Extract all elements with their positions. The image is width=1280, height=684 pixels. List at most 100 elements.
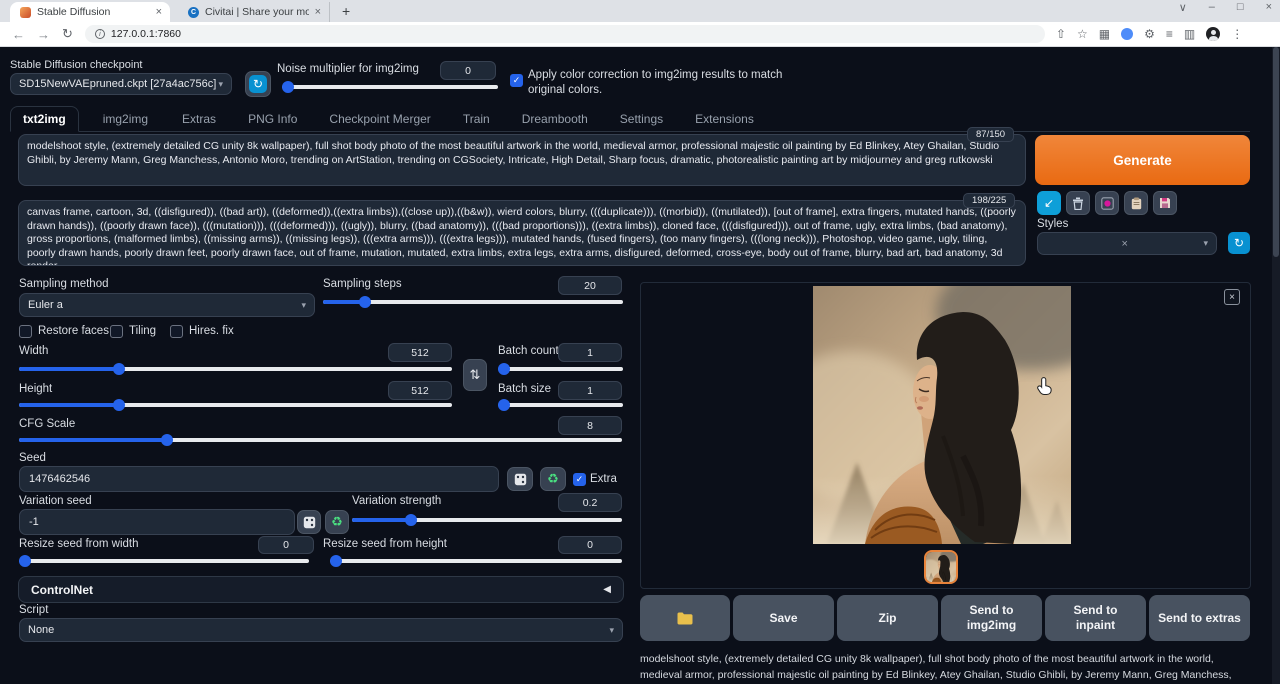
new-tab-button[interactable]: + xyxy=(342,3,350,19)
extension-blue-icon[interactable] xyxy=(1121,28,1133,40)
apply-style-button[interactable] xyxy=(1124,191,1148,215)
checkpoint-select[interactable]: SD15NewVAEpruned.ckpt [27a4ac756c] ▾ xyxy=(10,73,232,95)
forward-icon[interactable]: → xyxy=(37,27,50,42)
variation-strength-value[interactable]: 0.2 xyxy=(558,493,622,512)
resize-seed-width-value[interactable]: 0 xyxy=(258,536,314,554)
tab-img2img[interactable]: img2img xyxy=(91,107,160,131)
extensions-puzzle-icon[interactable]: ⚙ xyxy=(1144,27,1155,41)
noise-multiplier-value[interactable]: 0 xyxy=(440,61,496,80)
tab-close-icon[interactable]: × xyxy=(156,6,162,18)
resize-seed-width-slider[interactable] xyxy=(19,555,309,567)
close-icon: × xyxy=(1229,292,1235,303)
tiling-checkbox[interactable] xyxy=(110,325,123,338)
variation-seed-input[interactable]: -1 xyxy=(19,509,295,535)
sampling-steps-value[interactable]: 20 xyxy=(558,276,622,295)
variation-strength-slider[interactable] xyxy=(352,514,622,526)
window-maximize-icon[interactable]: □ xyxy=(1237,1,1244,14)
noise-multiplier-slider[interactable] xyxy=(282,81,498,93)
tab-extensions[interactable]: Extensions xyxy=(683,107,766,131)
negative-prompt-input[interactable]: canvas frame, cartoon, 3d, ((disfigured)… xyxy=(18,200,1026,266)
extension-grid-icon[interactable]: ▦ xyxy=(1099,27,1110,41)
extra-seed-checkbox[interactable]: ✓ xyxy=(573,473,586,486)
browser-tab-stable-diffusion[interactable]: Stable Diffusion × xyxy=(10,2,170,22)
sampling-method-select[interactable]: Euler a ▾ xyxy=(19,293,315,317)
restore-faces-checkbox[interactable] xyxy=(19,325,32,338)
zip-button[interactable]: Zip xyxy=(837,595,938,641)
batch-count-slider[interactable] xyxy=(498,363,623,375)
page-scrollbar[interactable] xyxy=(1272,47,1280,684)
script-label: Script xyxy=(19,604,48,616)
prompt-input[interactable]: modelshoot style, (extremely detailed CG… xyxy=(18,134,1026,186)
generate-button[interactable]: Generate xyxy=(1035,135,1250,185)
back-icon[interactable]: ← xyxy=(12,27,25,42)
refresh-icon: ↻ xyxy=(249,75,267,93)
tab-txt2img[interactable]: txt2img xyxy=(10,106,79,132)
bookmark-star-icon[interactable]: ☆ xyxy=(1077,27,1088,41)
random-seed-button[interactable] xyxy=(507,467,533,491)
send-to-extras-button[interactable]: Send to extras xyxy=(1149,595,1250,641)
paste-generation-params-button[interactable]: ↙ xyxy=(1037,191,1061,215)
tab-train[interactable]: Train xyxy=(451,107,502,131)
batch-size-slider[interactable] xyxy=(498,399,623,411)
script-select[interactable]: None ▾ xyxy=(19,618,623,642)
height-slider[interactable] xyxy=(19,399,452,411)
browser-menu-icon[interactable]: ⋮ xyxy=(1231,27,1243,41)
window-menu-icon[interactable]: ∨ xyxy=(1179,1,1187,14)
show-extra-networks-button[interactable] xyxy=(1095,191,1119,215)
controlnet-accordion[interactable]: ControlNet ◀ xyxy=(18,576,624,603)
share-icon[interactable]: ⇧ xyxy=(1056,27,1066,41)
random-variation-seed-button[interactable] xyxy=(297,510,321,534)
sampling-steps-slider[interactable] xyxy=(323,296,623,308)
open-output-folder-button[interactable] xyxy=(640,595,730,641)
close-image-icon[interactable]: × xyxy=(1224,289,1240,305)
chevron-down-icon: ▾ xyxy=(301,300,306,311)
resize-seed-height-value[interactable]: 0 xyxy=(558,536,622,554)
reading-list-icon[interactable]: ≡ xyxy=(1166,27,1173,41)
noise-multiplier-label: Noise multiplier for img2img xyxy=(277,63,419,75)
side-panel-icon[interactable]: ▥ xyxy=(1184,27,1195,41)
height-value[interactable]: 512 xyxy=(388,381,452,400)
arrow-down-left-icon: ↙ xyxy=(1044,196,1054,210)
check-icon: ✓ xyxy=(576,474,584,485)
profile-avatar[interactable] xyxy=(1206,27,1220,41)
send-to-inpaint-button[interactable]: Send to inpaint xyxy=(1045,595,1146,641)
browser-tab-civitai[interactable]: C Civitai | Share your models × xyxy=(178,2,330,22)
resize-seed-height-slider[interactable] xyxy=(330,555,622,567)
color-correction-checkbox[interactable]: ✓ xyxy=(510,74,523,87)
address-bar[interactable]: i 127.0.0.1:7860 xyxy=(85,25,1045,43)
save-button[interactable]: Save xyxy=(733,595,834,641)
styles-select[interactable]: × ▾ xyxy=(1037,232,1217,255)
clear-styles-icon[interactable]: × xyxy=(1122,238,1128,250)
tab-dreambooth[interactable]: Dreambooth xyxy=(510,107,600,131)
batch-size-value[interactable]: 1 xyxy=(558,381,622,400)
seed-input[interactable]: 1476462546 xyxy=(19,466,499,492)
tab-close-icon[interactable]: × xyxy=(315,6,321,18)
sampling-steps-label: Sampling steps xyxy=(323,278,402,290)
checkpoint-refresh-wrap[interactable]: ↻ xyxy=(245,71,271,97)
cfg-scale-value[interactable]: 8 xyxy=(558,416,622,435)
cfg-scale-slider[interactable] xyxy=(19,434,622,446)
gallery-thumbnail[interactable] xyxy=(924,550,958,584)
styles-refresh-button[interactable]: ↻ xyxy=(1228,232,1250,254)
tab-settings[interactable]: Settings xyxy=(608,107,675,131)
tab-png-info[interactable]: PNG Info xyxy=(236,107,309,131)
width-value[interactable]: 512 xyxy=(388,343,452,362)
tab-extras[interactable]: Extras xyxy=(170,107,228,131)
color-correction-label: Apply color correction to img2img result… xyxy=(528,68,800,97)
site-info-icon[interactable]: i xyxy=(95,29,105,39)
swap-width-height-button[interactable]: ⇅ xyxy=(463,359,487,391)
clear-prompt-button[interactable] xyxy=(1066,191,1090,215)
batch-count-value[interactable]: 1 xyxy=(558,343,622,362)
generated-image[interactable] xyxy=(813,286,1071,544)
hires-fix-checkbox[interactable] xyxy=(170,325,183,338)
window-minimize-icon[interactable]: – xyxy=(1209,1,1215,14)
tab-checkpoint-merger[interactable]: Checkpoint Merger xyxy=(317,107,442,131)
window-close-icon[interactable]: × xyxy=(1266,1,1272,14)
width-slider[interactable] xyxy=(19,363,452,375)
save-style-button[interactable] xyxy=(1153,191,1177,215)
reuse-variation-seed-button[interactable]: ♻ xyxy=(325,510,349,534)
reuse-seed-button[interactable]: ♻ xyxy=(540,467,566,491)
reload-icon[interactable]: ↻ xyxy=(62,26,73,42)
negative-prompt-token-counter: 198/225 xyxy=(963,193,1015,208)
send-to-img2img-button[interactable]: Send to img2img xyxy=(941,595,1042,641)
